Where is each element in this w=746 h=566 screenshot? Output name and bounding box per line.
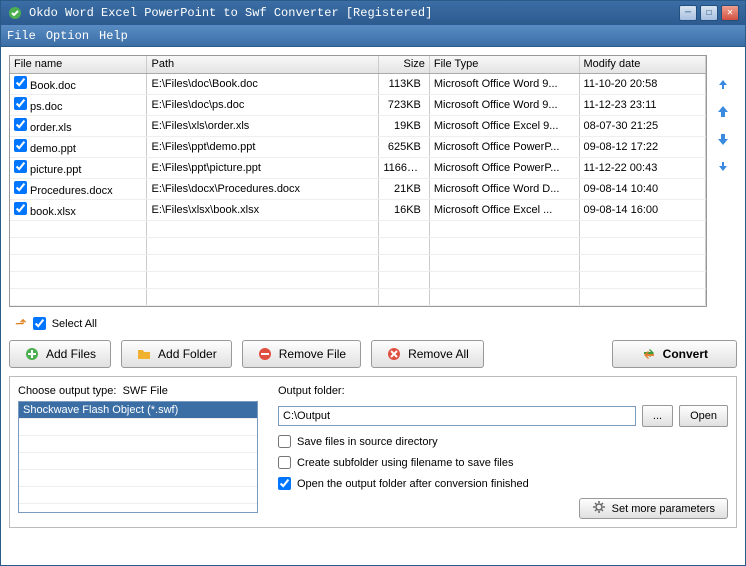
convert-icon xyxy=(641,346,657,362)
row-checkbox[interactable] xyxy=(14,97,27,110)
row-checkbox[interactable] xyxy=(14,202,27,215)
move-down-button[interactable] xyxy=(713,129,733,149)
col-filename[interactable]: File name xyxy=(10,56,147,73)
table-row[interactable]: book.xlsxE:\Files\xlsx\book.xlsx16KBMicr… xyxy=(10,199,706,220)
table-row[interactable] xyxy=(10,220,706,237)
table-row[interactable] xyxy=(10,271,706,288)
move-bottom-button[interactable] xyxy=(713,157,733,177)
content-area: File name Path Size File Type Modify dat… xyxy=(1,47,745,565)
table-row[interactable]: demo.pptE:\Files\ppt\demo.ppt625KBMicros… xyxy=(10,136,706,157)
menu-option[interactable]: Option xyxy=(46,29,89,43)
col-type[interactable]: File Type xyxy=(429,56,579,73)
title-bar: Okdo Word Excel PowerPoint to Swf Conver… xyxy=(1,1,745,25)
remove-file-button[interactable]: Remove File xyxy=(242,340,361,368)
remove-all-icon xyxy=(386,346,402,362)
close-button[interactable]: ✕ xyxy=(721,5,739,21)
folder-icon xyxy=(136,346,152,362)
table-row[interactable] xyxy=(10,305,706,307)
menu-bar: File Option Help xyxy=(1,25,745,47)
gear-icon xyxy=(592,500,606,517)
output-type-list[interactable]: Shockwave Flash Object (*.swf) xyxy=(18,401,258,513)
window-title: Okdo Word Excel PowerPoint to Swf Conver… xyxy=(29,6,679,20)
app-icon xyxy=(7,5,23,21)
output-folder-label: Output folder: xyxy=(278,385,728,397)
row-checkbox[interactable] xyxy=(14,181,27,194)
output-type-option[interactable]: Shockwave Flash Object (*.swf) xyxy=(19,402,257,419)
choose-type-label: Choose output type: xyxy=(18,385,116,397)
minus-icon xyxy=(257,346,273,362)
app-window: Okdo Word Excel PowerPoint to Swf Conver… xyxy=(0,0,746,566)
plus-icon xyxy=(24,346,40,362)
open-folder-button[interactable]: Open xyxy=(679,405,728,427)
add-files-button[interactable]: Add Files xyxy=(9,340,111,368)
add-folder-button[interactable]: Add Folder xyxy=(121,340,232,368)
row-checkbox[interactable] xyxy=(14,118,27,131)
output-folder-input[interactable] xyxy=(278,406,636,426)
table-row[interactable]: ps.docE:\Files\doc\ps.doc723KBMicrosoft … xyxy=(10,94,706,115)
table-row[interactable] xyxy=(10,254,706,271)
row-checkbox[interactable] xyxy=(14,139,27,152)
set-parameters-button[interactable]: Set more parameters xyxy=(579,498,728,519)
row-checkbox[interactable] xyxy=(14,160,27,173)
select-all-checkbox[interactable] xyxy=(33,317,46,330)
choose-type-value: SWF File xyxy=(123,385,168,397)
save-source-checkbox[interactable] xyxy=(278,435,291,448)
table-row[interactable]: Book.docE:\Files\doc\Book.doc113KBMicros… xyxy=(10,73,706,94)
browse-button[interactable]: ... xyxy=(642,405,673,427)
table-row[interactable] xyxy=(10,288,706,305)
create-subfolder-label: Create subfolder using filename to save … xyxy=(297,457,513,469)
move-up-button[interactable] xyxy=(713,101,733,121)
row-checkbox[interactable] xyxy=(14,76,27,89)
menu-file[interactable]: File xyxy=(7,29,36,43)
maximize-button[interactable]: ☐ xyxy=(700,5,718,21)
file-table[interactable]: File name Path Size File Type Modify dat… xyxy=(9,55,707,307)
col-path[interactable]: Path xyxy=(147,56,379,73)
convert-button[interactable]: Convert xyxy=(612,340,737,368)
minimize-button[interactable]: ─ xyxy=(679,5,697,21)
move-top-button[interactable] xyxy=(713,73,733,93)
table-row[interactable] xyxy=(10,237,706,254)
open-after-checkbox[interactable] xyxy=(278,477,291,490)
col-size[interactable]: Size xyxy=(379,56,430,73)
open-after-label: Open the output folder after conversion … xyxy=(297,478,529,490)
folder-up-icon[interactable]: ⬏ xyxy=(15,315,27,332)
save-source-label: Save files in source directory xyxy=(297,436,438,448)
table-row[interactable]: picture.pptE:\Files\ppt\picture.ppt1166K… xyxy=(10,157,706,178)
create-subfolder-checkbox[interactable] xyxy=(278,456,291,469)
select-all-label: Select All xyxy=(52,318,97,330)
remove-all-button[interactable]: Remove All xyxy=(371,340,484,368)
col-date[interactable]: Modify date xyxy=(579,56,705,73)
table-row[interactable]: order.xlsE:\Files\xls\order.xls19KBMicro… xyxy=(10,115,706,136)
table-row[interactable]: Procedures.docxE:\Files\docx\Procedures.… xyxy=(10,178,706,199)
output-panel: Choose output type: SWF File Shockwave F… xyxy=(9,376,737,528)
menu-help[interactable]: Help xyxy=(99,29,128,43)
